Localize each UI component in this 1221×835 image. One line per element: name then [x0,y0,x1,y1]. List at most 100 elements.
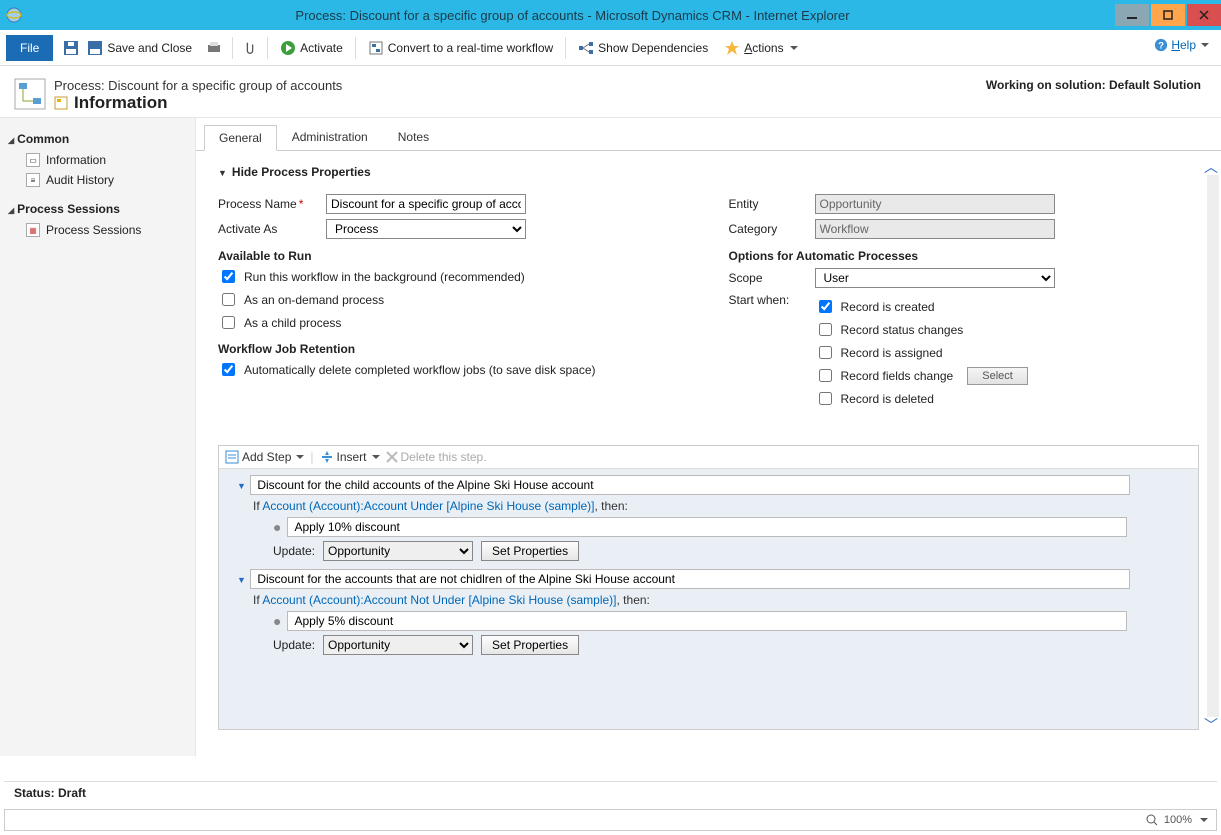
chk-fields[interactable] [819,369,832,382]
sidebar-item-label: Process Sessions [46,223,141,237]
left-column: Process Name* Activate As Process Availa… [218,189,689,417]
delete-icon [386,451,398,463]
insert-button[interactable]: Insert [320,450,380,464]
convert-label: Convert to a real-time workflow [388,41,553,55]
tab-administration[interactable]: Administration [277,124,383,150]
section-toggle[interactable]: Hide Process Properties [218,165,1199,179]
ribbon: File Save and Close Activate Convert to … [0,30,1221,66]
chk-background[interactable]: Run this workflow in the background (rec… [218,267,689,286]
chk-autodelete[interactable]: Automatically delete completed workflow … [218,360,689,379]
select-fields-button[interactable]: Select [967,367,1028,385]
save-close-label: Save and Close [107,41,192,55]
chk-child[interactable]: As a child process [218,313,689,332]
chk-assigned[interactable]: Record is assigned [815,343,1028,362]
delete-step-button[interactable]: Delete this step. [386,450,487,464]
sidebar-item-information[interactable]: ▭ Information [8,150,187,170]
attachment-icon[interactable] [243,40,257,56]
scope-label: Scope [729,271,815,285]
process-name-label: Process Name [218,197,297,211]
window-title: Process: Discount for a specific group o… [32,8,1113,23]
actions-label: AActionsctions [744,41,783,55]
app-window: Process: Discount for a specific group o… [0,0,1221,835]
actions-menu[interactable]: AActionsctions [724,40,797,56]
sidebar-group-sessions[interactable]: Process Sessions [8,202,187,216]
step-description-input[interactable] [250,569,1130,589]
close-button[interactable] [1187,4,1221,26]
process-name-input[interactable] [326,194,526,214]
save-icon[interactable] [63,40,79,56]
divider [267,37,268,59]
divider [355,37,356,59]
chk-ondemand[interactable]: As an on-demand process [218,290,689,309]
caret-icon [296,455,304,459]
ie-icon [6,7,22,23]
maximize-button[interactable] [1151,4,1185,26]
minimize-button[interactable] [1115,4,1149,26]
sidebar-group-common[interactable]: Common [8,132,187,146]
file-menu[interactable]: File [6,35,53,61]
tab-general[interactable]: General [204,125,277,151]
expander-icon[interactable]: ▼ [237,575,247,585]
add-step-button[interactable]: Add Step [225,450,304,464]
tabs: General Administration Notes [196,124,1221,151]
status-value: Draft [58,786,86,800]
retention-header: Workflow Job Retention [218,342,689,356]
insert-icon [320,450,334,464]
caret-icon [1201,43,1209,47]
field-activate-as: Activate As Process [218,219,689,239]
show-deps-button[interactable]: Show Dependencies [578,40,708,56]
scope-select[interactable]: User [815,268,1055,288]
chk-created[interactable]: Record is created [815,297,1028,316]
step-2-update: Update: Opportunity Set Properties [273,635,1192,655]
save-close-button[interactable]: Save and Close [87,40,192,56]
sidebar-item-label: Audit History [46,173,114,187]
condition-link[interactable]: Account (Account):Account Not Under [Alp… [262,593,616,607]
tab-notes[interactable]: Notes [383,124,444,150]
field-scope: Scope User [729,268,1200,288]
chk-deleted[interactable]: Record is deleted [815,389,1028,408]
entity-label: Entity [729,197,815,211]
divider [232,37,233,59]
page-title: Information [54,93,342,113]
body: Common ▭ Information ≡ Audit History Pro… [0,118,1221,756]
update-entity-select[interactable]: Opportunity [323,541,473,561]
step-description-input[interactable] [250,475,1130,495]
update-label: Update: [273,544,315,558]
condition-link[interactable]: Account (Account):Account Under [Alpine … [262,499,594,513]
convert-button[interactable]: Convert to a real-time workflow [368,40,553,56]
required-mark: * [299,197,304,211]
sidebar-item-label: Information [46,153,106,167]
available-to-run-header: Available to Run [218,249,689,263]
sidebar-item-audit[interactable]: ≡ Audit History [8,170,187,190]
zoom-caret-icon[interactable] [1200,818,1208,822]
steps-body: ▼ If Account (Account):Account Under [Al… [219,469,1198,729]
set-properties-button[interactable]: Set Properties [481,541,579,561]
page-header: Process: Discount for a specific group o… [0,66,1221,118]
step-1-action: ● [273,517,1192,537]
category-label: Category [729,222,815,236]
action-description-input[interactable] [287,611,1127,631]
print-icon[interactable] [206,40,222,56]
expander-icon[interactable]: ▼ [237,481,247,491]
window-buttons [1113,4,1221,26]
sidebar-item-sessions[interactable]: ▦ Process Sessions [8,220,187,240]
convert-icon [368,40,384,56]
form-area: ︿ ﹀ Hide Process Properties Process Name… [196,151,1221,741]
activate-button[interactable]: Activate [280,40,343,56]
set-properties-button[interactable]: Set Properties [481,635,579,655]
scroll-up[interactable]: ︿ [1204,157,1218,177]
update-entity-select[interactable]: Opportunity [323,635,473,655]
chk-status[interactable]: Record status changes [815,320,1028,339]
step-2: ▼ [237,569,1192,589]
titlebar: Process: Discount for a specific group o… [0,0,1221,30]
form-grid: Process Name* Activate As Process Availa… [218,189,1199,417]
zoom-icon[interactable] [1146,814,1158,826]
scroll-down[interactable]: ﹀ [1204,715,1218,735]
help-button[interactable]: ? Help [1154,38,1209,52]
activate-as-select[interactable]: Process [326,219,526,239]
action-description-input[interactable] [287,517,1127,537]
field-category: Category [729,219,1200,239]
help-label: Help [1171,38,1196,52]
scrollbar[interactable] [1207,175,1219,717]
solution-label: Working on solution: Default Solution [986,78,1201,92]
